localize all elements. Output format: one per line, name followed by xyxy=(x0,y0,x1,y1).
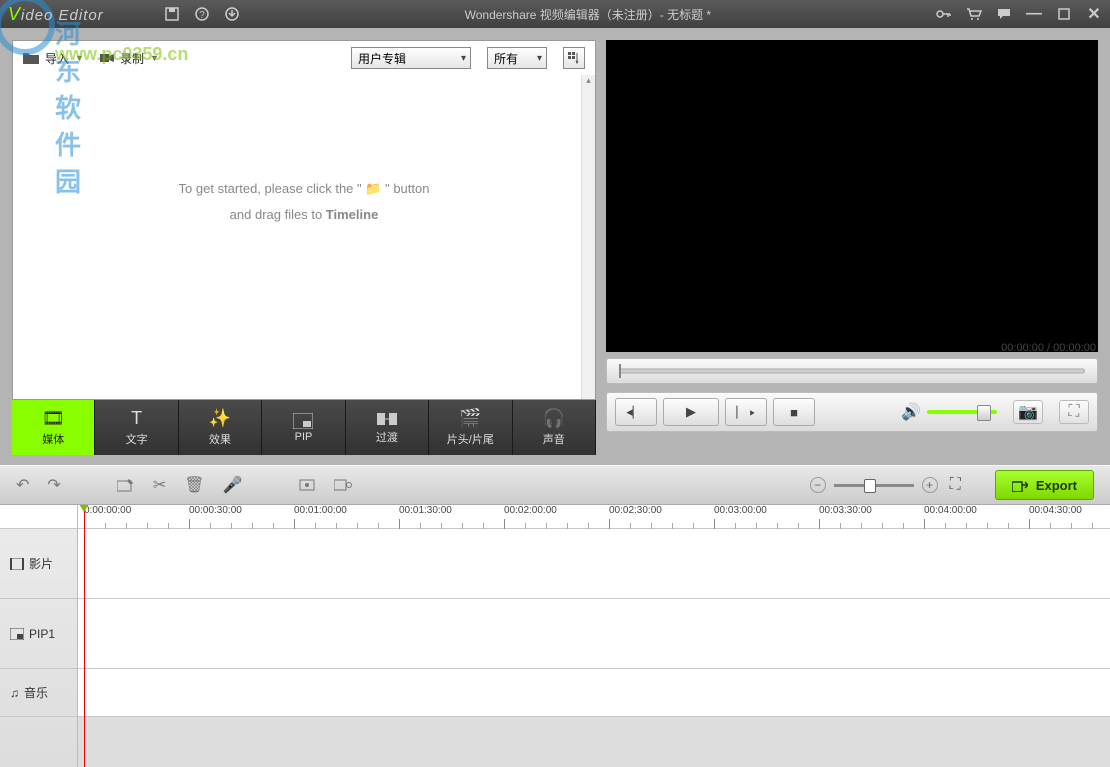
view-toggle-button[interactable] xyxy=(563,47,585,69)
volume-icon[interactable]: 🔊 xyxy=(901,402,921,422)
volume-slider[interactable] xyxy=(927,410,997,414)
filter-select[interactable]: 所有 xyxy=(487,47,547,69)
folder-icon xyxy=(23,52,39,64)
tab-transition[interactable]: 过渡 xyxy=(346,400,429,455)
preview-scrubber[interactable] xyxy=(606,358,1098,384)
export-icon xyxy=(1012,478,1028,492)
text-icon: T xyxy=(131,408,142,429)
download-icon[interactable] xyxy=(224,6,240,22)
zoom-slider[interactable]: − + ⛶ xyxy=(810,476,961,494)
prev-frame-button[interactable]: ◂⎸ xyxy=(615,398,657,426)
timeline-ruler[interactable]: 0:00:00:0000:00:30:0000:01:00:0000:01:30… xyxy=(78,505,1110,529)
preview-viewport xyxy=(606,40,1098,352)
import-button[interactable]: 导入 ▼ xyxy=(23,50,84,67)
tab-effect[interactable]: ✨ 效果 xyxy=(179,400,262,455)
key-icon[interactable] xyxy=(936,6,952,22)
record-label: 录制 xyxy=(120,50,144,67)
media-empty-message: To get started, please click the " 📁 " b… xyxy=(179,176,430,228)
next-frame-button[interactable]: ⎸▸ xyxy=(725,398,767,426)
close-icon[interactable]: ✕ xyxy=(1086,6,1102,22)
stop-button[interactable]: ■ xyxy=(773,398,815,426)
maximize-icon[interactable] xyxy=(1056,6,1072,22)
clapperboard-icon: 🎬 xyxy=(459,408,481,429)
track-label-music: ♫ 音乐 xyxy=(0,669,77,717)
playhead[interactable] xyxy=(84,505,85,767)
zoom-in-icon[interactable]: + xyxy=(922,477,938,493)
webcam-icon xyxy=(100,52,114,64)
tab-pip[interactable]: PIP xyxy=(262,400,345,455)
minimize-icon[interactable]: — xyxy=(1026,6,1042,22)
svg-text:?: ? xyxy=(199,10,205,21)
media-icon: 🎞 xyxy=(42,408,65,429)
delete-button[interactable]: 🗑 xyxy=(184,475,204,495)
cut-button[interactable]: ✂ xyxy=(153,475,166,495)
cart-icon[interactable] xyxy=(966,6,982,22)
tab-text[interactable]: T 文字 xyxy=(95,400,178,455)
snapshot-button[interactable]: 📷 xyxy=(1013,400,1043,424)
fullscreen-button[interactable]: ⛶ xyxy=(1059,400,1089,424)
tab-media[interactable]: 🎞 媒体 xyxy=(12,400,95,455)
edit-clip-button[interactable] xyxy=(117,477,135,493)
help-icon[interactable]: ? xyxy=(194,6,210,22)
tab-intro-outro[interactable]: 🎬 片头/片尾 xyxy=(429,400,512,455)
preview-timecode: 00:00:00 / 00:00:00 xyxy=(1001,342,1096,354)
zoom-out-icon[interactable]: − xyxy=(810,477,826,493)
undo-button[interactable]: ↶ xyxy=(16,475,29,495)
pip-track-icon xyxy=(10,628,24,640)
preview-controls: ◂⎸ ▶ ⎸▸ ■ 🔊 📷 ⛶ xyxy=(606,392,1098,432)
track-music[interactable] xyxy=(78,669,1110,717)
settings-button[interactable] xyxy=(334,478,352,492)
transition-icon xyxy=(377,411,397,427)
timeline-toolbar: ↶ ↷ ✂ 🗑 🎤 − + ⛶ Export xyxy=(0,465,1110,505)
folder-icon: 📁 xyxy=(365,181,381,196)
category-tabs: 🎞 媒体 T 文字 ✨ 效果 PIP 过渡 🎬 片头/片尾 xyxy=(12,400,596,455)
album-select[interactable]: 用户专辑 xyxy=(351,47,471,69)
export-button[interactable]: Export xyxy=(995,470,1094,500)
film-icon xyxy=(10,558,24,570)
music-icon: ♫ xyxy=(10,686,19,700)
zoom-fit-icon[interactable]: ⛶ xyxy=(950,476,961,494)
track-video[interactable] xyxy=(78,529,1110,599)
track-label-pip: PIP1 xyxy=(0,599,77,669)
track-label-video: 影片 xyxy=(0,529,77,599)
record-button[interactable]: 录制 ▼ xyxy=(100,50,159,67)
timeline: 影片 PIP1 ♫ 音乐 0:00:00:0000:00:30:0000:01:… xyxy=(0,505,1110,767)
app-logo: Video Editor xyxy=(8,4,104,25)
track-pip[interactable] xyxy=(78,599,1110,669)
title-bar: Video Editor ? Wondershare 视频编辑器（未注册）- 无… xyxy=(0,0,1110,28)
chat-icon[interactable] xyxy=(996,6,1012,22)
play-button[interactable]: ▶ xyxy=(663,398,719,426)
effect-icon: ✨ xyxy=(209,408,231,429)
redo-button[interactable]: ↷ xyxy=(47,475,60,495)
crop-button[interactable] xyxy=(298,478,316,492)
media-scrollbar[interactable]: ▴ xyxy=(581,75,595,399)
import-label: 导入 xyxy=(45,50,69,67)
save-icon[interactable] xyxy=(164,6,180,22)
voiceover-button[interactable]: 🎤 xyxy=(223,475,243,495)
pip-icon xyxy=(293,413,313,429)
headphones-icon: 🎧 xyxy=(543,408,565,429)
window-title: Wondershare 视频编辑器（未注册）- 无标题 * xyxy=(240,6,936,23)
tab-sound[interactable]: 🎧 声音 xyxy=(513,400,596,455)
media-library-panel: 导入 ▼ 录制 ▼ 用户专辑 所有 To get started, please… xyxy=(12,40,596,400)
